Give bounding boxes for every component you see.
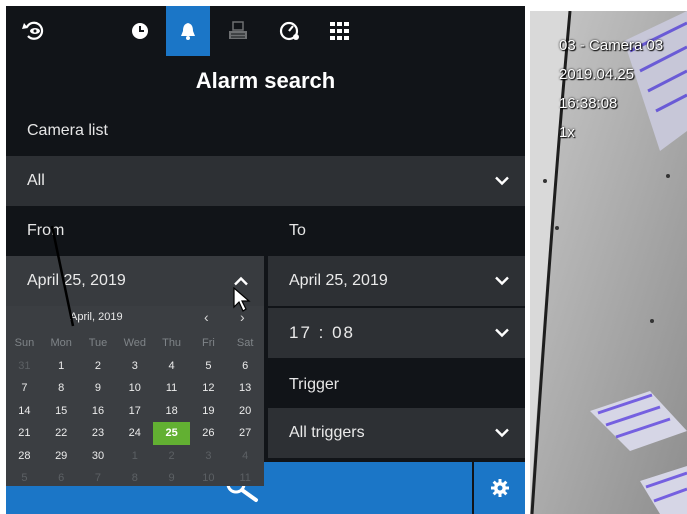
camera-image bbox=[530, 11, 687, 514]
calendar-weekday-label: Mon bbox=[50, 337, 72, 349]
calendar-day[interactable]: 13 bbox=[227, 377, 264, 400]
calendar-day[interactable]: 7 bbox=[6, 377, 43, 400]
calendar-day[interactable]: 8 bbox=[43, 377, 80, 400]
camera-name-overlay: 03 - Camera 03 bbox=[559, 37, 664, 54]
calendar-day-outside-month[interactable]: 5 bbox=[6, 467, 43, 490]
calendar-day[interactable]: 3 bbox=[116, 355, 153, 378]
calendar-day-outside-month[interactable]: 3 bbox=[190, 445, 227, 468]
calendar-prev-month-button[interactable]: ‹ bbox=[204, 309, 209, 325]
camera-time-overlay: 16:38:08 bbox=[559, 95, 618, 112]
calendar-day[interactable]: 12 bbox=[190, 377, 227, 400]
calendar-day[interactable]: 18 bbox=[153, 400, 190, 423]
trigger-value: All triggers bbox=[289, 424, 365, 441]
to-time-value: 17 : 08 bbox=[289, 323, 355, 342]
calendar-header: April, 2019 ‹ › bbox=[6, 306, 264, 328]
calendar-day[interactable]: 19 bbox=[190, 400, 227, 423]
top-toolbar bbox=[6, 6, 525, 56]
calendar-week-row: 5 6 7 8 9 10 11 bbox=[6, 467, 264, 490]
calendar-day[interactable]: 9 bbox=[80, 377, 117, 400]
calendar-day[interactable]: 4 bbox=[153, 355, 190, 378]
calendar-day[interactable]: 2 bbox=[80, 355, 117, 378]
calendar-weekday-label: Thu bbox=[162, 337, 182, 349]
calendar-day-outside-month[interactable]: 10 bbox=[190, 467, 227, 490]
to-date-value: April 25, 2019 bbox=[289, 272, 388, 289]
camera-list-value: All bbox=[27, 172, 45, 189]
calendar-day[interactable]: 24 bbox=[116, 422, 153, 445]
to-time-dropdown[interactable]: 17 : 08 bbox=[268, 308, 525, 358]
layout-grid-icon[interactable] bbox=[318, 6, 362, 56]
chevron-down-icon bbox=[495, 176, 509, 186]
calendar-weekday-label: Sun bbox=[14, 337, 35, 349]
calendar-day-outside-month[interactable]: 8 bbox=[116, 467, 153, 490]
calendar-day-outside-month[interactable]: 11 bbox=[227, 467, 264, 490]
calendar-day-outside-month[interactable]: 7 bbox=[80, 467, 117, 490]
playback-clock-icon[interactable] bbox=[118, 6, 162, 56]
calendar-day[interactable]: 20 bbox=[227, 400, 264, 423]
calendar-weekday-label: Tue bbox=[88, 337, 108, 349]
calendar-day[interactable]: 17 bbox=[116, 400, 153, 423]
calendar-weekday-label: Fri bbox=[201, 337, 215, 349]
date-picker-calendar: April, 2019 ‹ › Sun Mon Tue Wed Thu Fri Sat 31… bbox=[6, 306, 264, 486]
from-label: From bbox=[27, 222, 65, 239]
calendar-day[interactable]: 15 bbox=[43, 400, 80, 423]
calendar-day[interactable]: 23 bbox=[80, 422, 117, 445]
calendar-day-outside-month[interactable]: 4 bbox=[227, 445, 264, 468]
calendar-day-outside-month[interactable]: 9 bbox=[153, 467, 190, 490]
calendar-day[interactable]: 14 bbox=[6, 400, 43, 423]
calendar-month-label: April, 2019 bbox=[70, 311, 123, 323]
to-label: To bbox=[289, 222, 306, 239]
page-title: Alarm search bbox=[195, 68, 336, 93]
calendar-day[interactable]: 1 bbox=[43, 355, 80, 378]
camera-list-label: Camera list bbox=[27, 122, 108, 139]
chevron-down-icon bbox=[495, 328, 509, 338]
calendar-day[interactable]: 6 bbox=[227, 355, 264, 378]
gear-icon bbox=[490, 479, 509, 497]
calendar-week-row: 21 22 23 24 25 26 27 bbox=[6, 422, 264, 445]
live-view-icon[interactable] bbox=[12, 6, 56, 56]
camera-date-overlay: 2019.04.25 bbox=[559, 66, 635, 83]
calendar-day[interactable]: 5 bbox=[190, 355, 227, 378]
calendar-day-outside-month[interactable]: 2 bbox=[153, 445, 190, 468]
calendar-weekday-label: Wed bbox=[123, 337, 146, 349]
calendar-week-row: 31 1 2 3 4 5 6 bbox=[6, 355, 264, 378]
settings-gauge-icon[interactable] bbox=[268, 6, 312, 56]
to-date-dropdown[interactable]: April 25, 2019 bbox=[268, 256, 525, 306]
calendar-day[interactable]: 10 bbox=[116, 377, 153, 400]
calendar-weekday-row: Sun Mon Tue Wed Thu Fri Sat bbox=[6, 332, 264, 355]
camera-speed-overlay: 1x bbox=[559, 124, 575, 141]
mouse-cursor-icon bbox=[233, 287, 251, 312]
from-date-dropdown[interactable]: April 25, 2019 bbox=[6, 256, 264, 306]
calendar-week-row: 28 29 30 1 2 3 4 bbox=[6, 445, 264, 468]
calendar-weekday-label: Sat bbox=[236, 337, 254, 349]
calendar-day[interactable]: 22 bbox=[43, 422, 80, 445]
from-date-value: April 25, 2019 bbox=[27, 272, 126, 289]
chevron-up-icon bbox=[234, 276, 248, 286]
recording-icon[interactable] bbox=[216, 6, 260, 56]
calendar-day[interactable]: 26 bbox=[190, 422, 227, 445]
calendar-day[interactable]: 27 bbox=[227, 422, 264, 445]
search-settings-button[interactable] bbox=[474, 462, 525, 514]
chevron-down-icon bbox=[495, 428, 509, 438]
calendar-week-row: 7 8 9 10 11 12 13 bbox=[6, 377, 264, 400]
calendar-day-outside-month[interactable]: 1 bbox=[116, 445, 153, 468]
trigger-dropdown[interactable]: All triggers bbox=[268, 408, 525, 458]
camera-list-dropdown[interactable]: All bbox=[6, 156, 525, 206]
calendar-day[interactable]: 29 bbox=[43, 445, 80, 468]
calendar-day[interactable]: 21 bbox=[6, 422, 43, 445]
trigger-label: Trigger bbox=[289, 376, 340, 393]
calendar-grid: Sun Mon Tue Wed Thu Fri Sat 31 1 2 3 4 5 6 7 8 9 10 11 12 1… bbox=[6, 332, 264, 490]
camera-view[interactable]: 03 - Camera 03 2019.04.25 16:38:08 1x bbox=[530, 11, 687, 514]
chevron-down-icon bbox=[495, 276, 509, 286]
calendar-day[interactable]: 16 bbox=[80, 400, 117, 423]
calendar-day[interactable]: 11 bbox=[153, 377, 190, 400]
calendar-day[interactable]: 30 bbox=[80, 445, 117, 468]
calendar-week-row: 14 15 16 17 18 19 20 bbox=[6, 400, 264, 423]
calendar-day[interactable]: 28 bbox=[6, 445, 43, 468]
calendar-day-selected[interactable]: 25 bbox=[153, 422, 190, 445]
calendar-day-outside-month[interactable]: 6 bbox=[43, 467, 80, 490]
calendar-day-outside-month[interactable]: 31 bbox=[6, 355, 43, 378]
alarm-bell-icon[interactable] bbox=[166, 6, 210, 56]
